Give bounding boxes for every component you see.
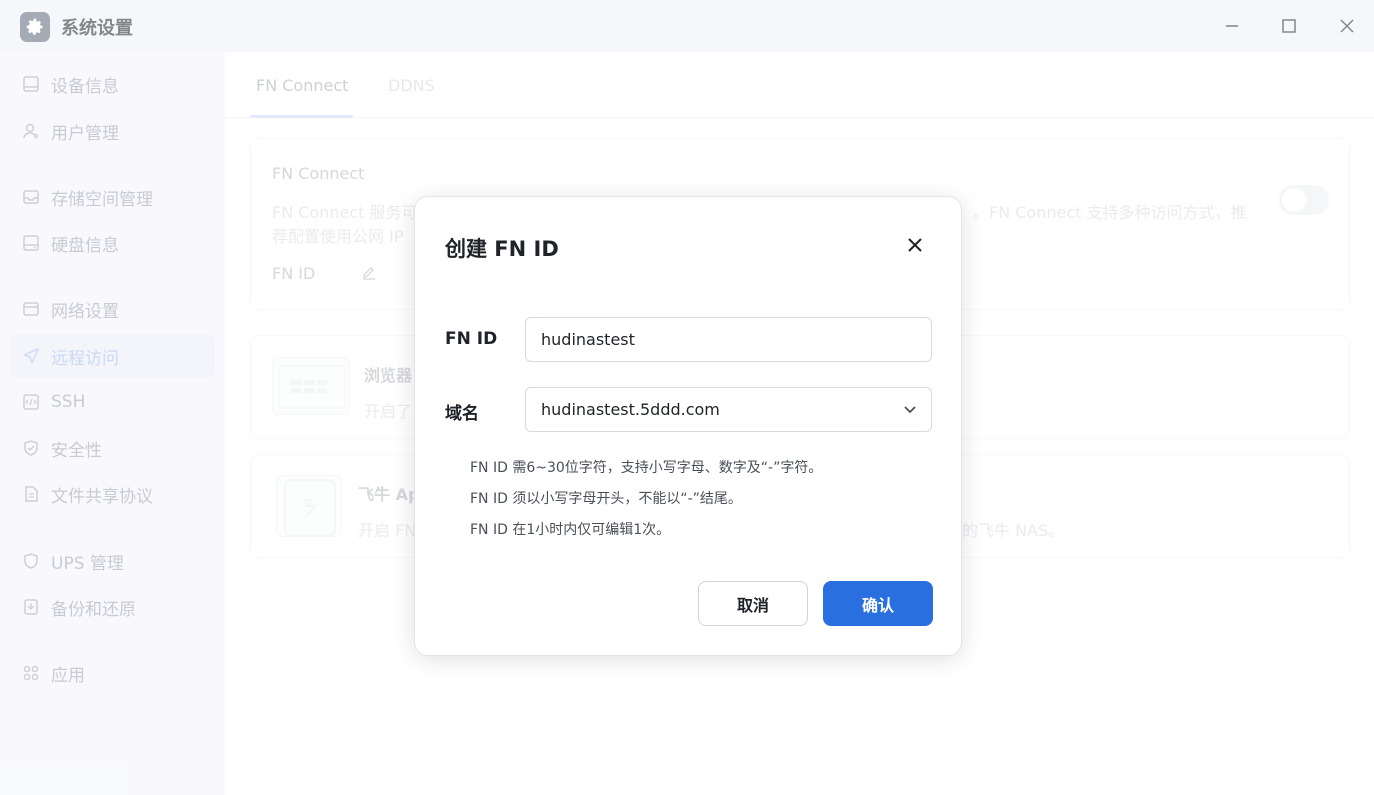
domain-field-label: 域名 <box>445 404 479 424</box>
close-icon <box>908 238 922 252</box>
confirm-button[interactable]: 确认 <box>823 581 933 626</box>
cancel-button[interactable]: 取消 <box>698 581 808 626</box>
hint-text: FN ID 需6~30位字符，支持小写字母、数字及“-”字符。 <box>470 460 823 476</box>
domain-select-value: hudinastest.5ddd.com <box>541 400 720 419</box>
chevron-down-icon <box>901 401 919 419</box>
dialog-title: 创建 FN ID <box>445 237 559 261</box>
fn-id-field-label: FN ID <box>445 329 498 349</box>
domain-select[interactable]: hudinastest.5ddd.com <box>525 387 932 432</box>
dialog-close-button[interactable] <box>903 233 927 257</box>
fn-id-input[interactable] <box>525 317 932 362</box>
create-fn-id-dialog: 创建 FN ID FN ID 域名 hudinastest.5ddd.com F… <box>414 196 962 656</box>
hint-text: FN ID 须以小写字母开头，不能以“-”结尾。 <box>470 491 742 507</box>
hint-text: FN ID 在1小时内仅可编辑1次。 <box>470 522 671 538</box>
